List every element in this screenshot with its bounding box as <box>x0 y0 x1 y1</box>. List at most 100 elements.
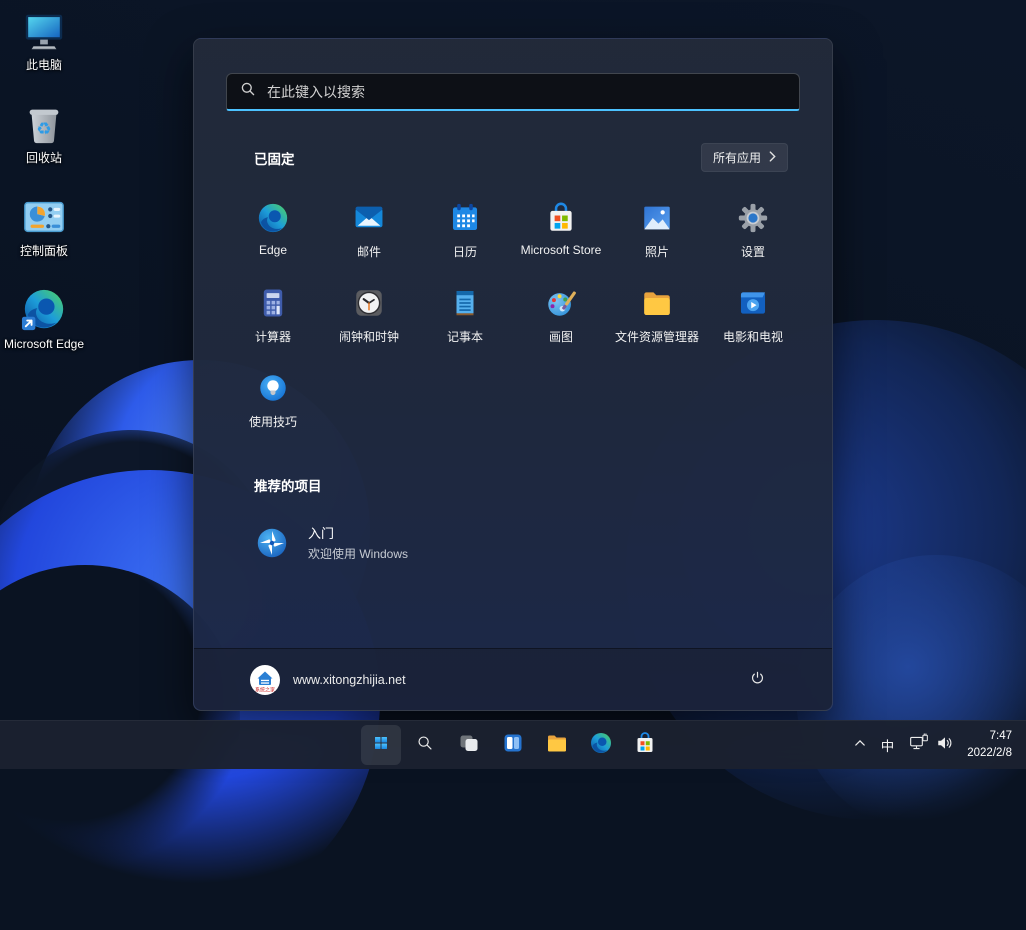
taskbar-search-button[interactable] <box>405 725 445 765</box>
footer-site-text: www.xitongzhijia.net <box>293 673 406 687</box>
taskbar: 中 7:47 2022/2/8 <box>0 720 1026 769</box>
search-icon <box>240 81 256 102</box>
pinned-app-label: 文件资源管理器 <box>615 328 699 345</box>
desktop-icon-label: 控制面板 <box>20 244 68 259</box>
taskbar-store-button[interactable] <box>625 725 665 765</box>
desktop-icon-control-panel[interactable]: 控制面板 <box>2 194 86 259</box>
photos-icon <box>640 201 674 235</box>
store-icon <box>633 731 657 760</box>
footer-user-button[interactable]: 系统之家 www.xitongzhijia.net <box>250 665 406 695</box>
pinned-app-label: 照片 <box>645 243 669 260</box>
power-button[interactable] <box>738 662 776 698</box>
mail-icon <box>352 201 386 235</box>
clock-icon <box>352 286 386 320</box>
edge-icon <box>21 287 67 333</box>
footer-logo-text: 系统之家 <box>255 686 275 693</box>
clock-time: 7:47 <box>967 728 1012 745</box>
pinned-app-label: 电影和电视 <box>723 328 783 345</box>
pinned-app-paint[interactable]: 画图 <box>513 279 609 364</box>
get-started-icon <box>254 525 290 561</box>
taskbar-center-buttons <box>361 725 665 765</box>
chevron-up-icon <box>853 736 867 755</box>
start-menu-footer: 系统之家 www.xitongzhijia.net <box>194 648 832 710</box>
desktop-icon-label: Microsoft Edge <box>4 337 84 352</box>
desktop-icon-label: 此电脑 <box>26 58 62 73</box>
pinned-apps-grid: Edge 邮件 <box>225 194 803 449</box>
edge-icon <box>589 731 613 760</box>
pinned-app-label: 记事本 <box>447 328 483 345</box>
chevron-right-icon <box>769 151 776 165</box>
movies-tv-icon <box>736 286 770 320</box>
svg-text:♻: ♻ <box>36 120 51 140</box>
network-icon <box>909 733 929 758</box>
search-placeholder: 在此键入以搜索 <box>267 82 365 102</box>
pinned-app-calculator[interactable]: 计算器 <box>225 279 321 364</box>
file-explorer-icon <box>640 286 674 320</box>
calendar-icon <box>448 201 482 235</box>
pinned-app-calendar[interactable]: 日历 <box>417 194 513 279</box>
desktop-icon-recycle-bin[interactable]: ♻ 回收站 <box>2 101 86 166</box>
pinned-app-movies-tv[interactable]: 电影和电视 <box>705 279 801 364</box>
paint-icon <box>544 286 578 320</box>
pinned-app-label: 日历 <box>453 243 477 260</box>
edge-icon <box>256 201 290 235</box>
pinned-app-notepad[interactable]: 记事本 <box>417 279 513 364</box>
desktop-icon-label: 回收站 <box>26 151 62 166</box>
store-icon <box>544 201 578 235</box>
pinned-app-file-explorer[interactable]: 文件资源管理器 <box>609 279 705 364</box>
pinned-app-edge[interactable]: Edge <box>225 194 321 279</box>
pinned-app-microsoft-store[interactable]: Microsoft Store <box>513 194 609 279</box>
pinned-app-label: 计算器 <box>255 328 291 345</box>
start-button[interactable] <box>361 725 401 765</box>
all-apps-label: 所有应用 <box>713 149 761 166</box>
taskbar-clock[interactable]: 7:47 2022/2/8 <box>961 728 1020 761</box>
tips-icon <box>256 371 290 405</box>
volume-icon <box>936 734 954 757</box>
pinned-app-tips[interactable]: 使用技巧 <box>225 364 321 449</box>
system-tray: 中 7:47 2022/2/8 <box>847 721 1020 769</box>
power-icon <box>748 668 767 692</box>
xitongzhijia-logo: 系统之家 <box>250 665 280 695</box>
pinned-section-title: 已固定 <box>254 148 295 168</box>
pinned-app-label: Edge <box>259 243 287 257</box>
search-input[interactable]: 在此键入以搜索 <box>226 73 800 111</box>
taskbar-file-explorer-button[interactable] <box>537 725 577 765</box>
this-pc-icon <box>21 8 67 54</box>
clock-date: 2022/2/8 <box>967 745 1012 762</box>
all-apps-button[interactable]: 所有应用 <box>701 143 788 172</box>
recommended-item-subtitle: 欢迎使用 Windows <box>308 545 408 562</box>
desktop-icon-this-pc[interactable]: 此电脑 <box>2 8 86 73</box>
desktop-icon-list: 此电脑 ♻ 回收站 控制面板 <box>2 8 86 380</box>
taskbar-edge-button[interactable] <box>581 725 621 765</box>
notepad-icon <box>448 286 482 320</box>
pinned-app-mail[interactable]: 邮件 <box>321 194 417 279</box>
pinned-app-settings[interactable]: 设置 <box>705 194 801 279</box>
pinned-app-alarms-clock[interactable]: 闹钟和时钟 <box>321 279 417 364</box>
network-volume-button[interactable] <box>902 725 961 765</box>
pinned-app-label: 画图 <box>549 328 573 345</box>
desktop-icon-edge[interactable]: Microsoft Edge <box>2 287 86 352</box>
task-view-button[interactable] <box>449 725 489 765</box>
control-panel-icon <box>21 194 67 240</box>
recommended-item-title: 入门 <box>308 523 408 542</box>
task-view-icon <box>457 731 481 760</box>
pinned-app-photos[interactable]: 照片 <box>609 194 705 279</box>
settings-icon <box>736 201 770 235</box>
recommended-section-title: 推荐的项目 <box>254 475 322 495</box>
recommended-item-get-started[interactable]: 入门 欢迎使用 Windows <box>248 517 560 568</box>
tray-overflow-button[interactable] <box>847 725 873 765</box>
widgets-button[interactable] <box>493 725 533 765</box>
pinned-app-label: 使用技巧 <box>249 413 297 430</box>
file-explorer-icon <box>545 731 569 760</box>
pinned-app-label: 闹钟和时钟 <box>339 328 399 345</box>
widgets-icon <box>501 731 525 760</box>
ime-indicator[interactable]: 中 <box>873 725 903 765</box>
recycle-bin-icon: ♻ <box>21 101 67 147</box>
search-icon <box>414 732 436 759</box>
windows-start-icon <box>369 731 393 760</box>
pinned-app-label: 邮件 <box>357 243 381 260</box>
pinned-app-label: Microsoft Store <box>521 243 602 257</box>
pinned-app-label: 设置 <box>741 243 765 260</box>
start-menu-panel: 在此键入以搜索 已固定 所有应用 Edge <box>193 38 833 711</box>
calculator-icon <box>256 286 290 320</box>
